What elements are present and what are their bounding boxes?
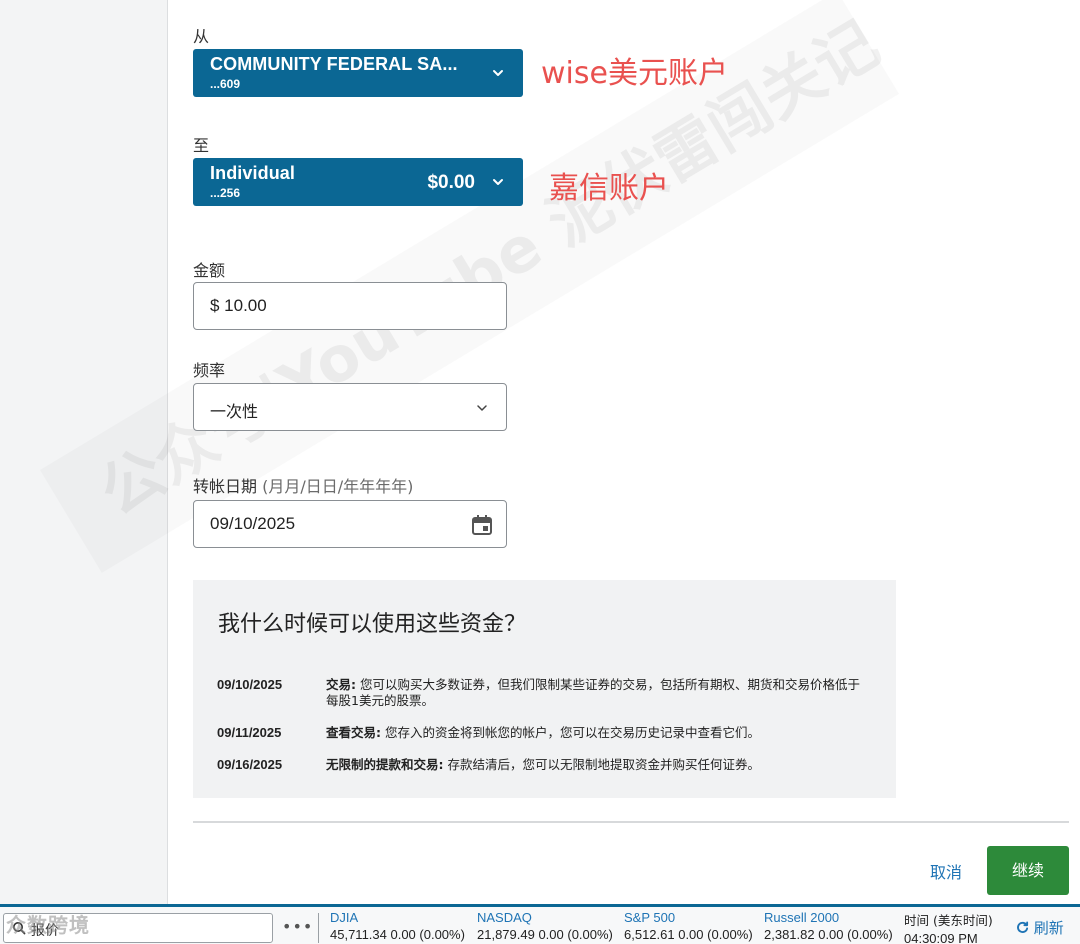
from-label: 从 (193, 27, 210, 46)
market-time-label: 时间 (美东时间) (904, 913, 993, 928)
transfer-date-field[interactable]: 09/10/2025 (193, 500, 507, 548)
availability-date: 09/16/2025 (217, 757, 283, 772)
availability-text: 您可以购买大多数证券，但我们限制某些证券的交易，包括所有期权、期货和交易价格低于… (326, 677, 860, 708)
amount-field[interactable]: $ 10.00 (193, 282, 507, 330)
availability-description: 查看交易: 您存入的资金将到帐您的帐户，您可以在交易历史记录中查看它们。 (326, 725, 871, 741)
frequency-value: 一次性 (210, 402, 259, 421)
ticker-value: 45,711.34 0.00 (0.00%) (330, 927, 465, 942)
market-time-value: 04:30:09 PM (904, 931, 978, 944)
amount-value: $ 10.00 (210, 296, 267, 315)
availability-description: 交易: 您可以购买大多数证券，但我们限制某些证券的交易，包括所有期权、期货和交易… (326, 677, 871, 709)
refresh-label: 刷新 (1033, 919, 1064, 937)
ticker-item-russell2000[interactable]: Russell 2000 2,381.82 0.00 (0.00%) (764, 910, 893, 942)
from-account-number: ...609 (210, 77, 241, 91)
funds-availability-panel: 我什么时候可以使用这些资金？ 09/10/2025 交易: 您可以购买大多数证券… (193, 580, 896, 798)
to-label: 至 (193, 136, 210, 155)
market-time: 时间 (美东时间) 04:30:09 PM (904, 910, 993, 944)
ticker-item-nasdaq[interactable]: NASDAQ 21,879.49 0.00 (0.00%) (477, 910, 613, 942)
date-value: 09/10/2025 (210, 514, 296, 533)
continue-button[interactable]: 继续 (987, 846, 1069, 895)
ticker-name: NASDAQ (477, 910, 532, 925)
availability-heading: 查看交易: (326, 725, 381, 740)
market-ticker-bar: 报价 ••• DJIA 45,711.34 0.00 (0.00%) NASDA… (0, 904, 1080, 944)
from-account-select[interactable]: COMMUNITY FEDERAL SA... ...609 (193, 49, 523, 97)
to-account-select[interactable]: Individual ...256 $0.00 (193, 158, 523, 206)
frequency-select[interactable]: 一次性 (193, 383, 507, 431)
ticker-value: 21,879.49 0.00 (0.00%) (477, 927, 613, 942)
from-account-name: COMMUNITY FEDERAL SA... (210, 54, 458, 74)
amount-label: 金额 (193, 261, 226, 280)
left-rail (0, 0, 168, 904)
frequency-label: 频率 (193, 361, 226, 380)
availability-date: 09/10/2025 (217, 677, 283, 692)
availability-heading: 无限制的提款和交易: (326, 757, 444, 772)
from-annotation: wise美元账户 (541, 56, 728, 91)
ticker-value: 2,381.82 0.00 (0.00%) (764, 927, 893, 942)
chevron-down-icon (477, 405, 487, 411)
ticker-separator (318, 913, 319, 943)
ticker-item-sp500[interactable]: S&P 500 6,512.61 0.00 (0.00%) (624, 910, 753, 942)
availability-text: 您存入的资金将到帐您的帐户，您可以在交易历史记录中查看它们。 (384, 725, 760, 740)
date-label-row: 转帐日期 (月月/日日/年年年年) (193, 473, 413, 497)
ticker-value: 6,512.61 0.00 (0.00%) (624, 927, 753, 942)
divider (193, 821, 1069, 823)
availability-date: 09/11/2025 (217, 725, 282, 740)
availability-text: 存款结清后，您可以无限制地提取资金并购买任何证券。 (447, 757, 760, 772)
ticker-name: Russell 2000 (764, 910, 840, 925)
to-annotation: 嘉信账户 (549, 171, 669, 206)
to-account-name: Individual (210, 163, 296, 183)
chevron-down-icon (493, 179, 503, 185)
availability-heading: 交易: (326, 677, 356, 692)
ticker-name: S&P 500 (624, 910, 676, 925)
watermark-logo: 众数跨境 (6, 913, 90, 937)
refresh-icon (1017, 921, 1029, 933)
cancel-button[interactable]: 取消 (930, 859, 962, 883)
refresh-button[interactable]: 刷新 (1016, 917, 1064, 938)
to-account-balance: $0.00 (427, 172, 475, 193)
date-format-hint: (月月/日日/年年年年) (262, 477, 414, 496)
to-account-number: ...256 (210, 186, 241, 200)
funds-availability-title: 我什么时候可以使用这些资金？ (218, 612, 527, 637)
ticker-name: DJIA (330, 910, 359, 925)
chevron-down-icon (493, 70, 503, 76)
calendar-icon[interactable] (470, 513, 494, 537)
more-options-button[interactable]: ••• (282, 917, 313, 936)
ticker-item-djia[interactable]: DJIA 45,711.34 0.00 (0.00%) (330, 910, 465, 942)
availability-description: 无限制的提款和交易: 存款结清后，您可以无限制地提取资金并购买任何证券。 (326, 757, 871, 773)
date-label: 转帐日期 (193, 477, 258, 496)
